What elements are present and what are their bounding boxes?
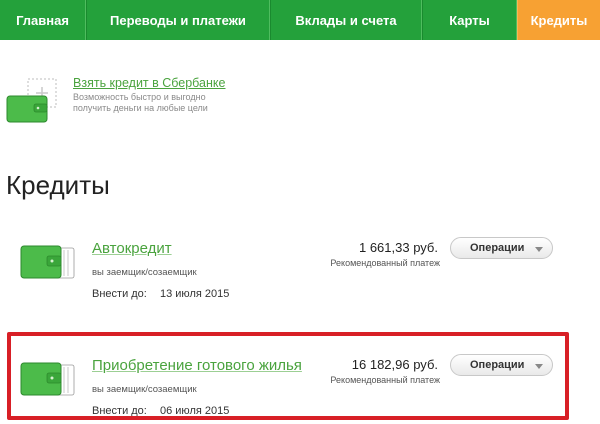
take-credit-promo: Взять кредит в Сбербанке Возможность быс… <box>0 66 420 126</box>
page-title: Кредиты <box>6 170 110 200</box>
nav-item-main[interactable]: Главная <box>0 0 86 40</box>
due-label: Внести до: <box>92 288 147 300</box>
highlight-box <box>7 332 569 420</box>
nav-item-transfers[interactable]: Переводы и платежи <box>86 0 270 40</box>
credit-row: Автокредит вы заемщик/созаемщик Внести д… <box>0 230 600 310</box>
due-date: 13 июля 2015 <box>160 288 230 300</box>
credit-role: вы заемщик/созаемщик <box>92 267 197 278</box>
operations-button[interactable]: Операции <box>450 237 553 259</box>
nav-item-cards[interactable]: Карты <box>422 0 517 40</box>
wallet-plus-icon[interactable] <box>6 78 66 124</box>
nav-item-deposits[interactable]: Вклады и счета <box>270 0 422 40</box>
credit-name-link[interactable]: Автокредит <box>92 240 172 257</box>
top-nav: Главная Переводы и платежи Вклады и счет… <box>0 0 600 40</box>
payment-amount-label: Рекомендованный платеж <box>330 258 440 268</box>
chevron-down-icon <box>535 247 543 252</box>
payment-amount: 1 661,33 руб. <box>358 240 438 255</box>
take-credit-subtitle: Возможность быстро и выгодно получить де… <box>73 92 208 113</box>
operations-button-label: Операции <box>470 242 525 254</box>
take-credit-link[interactable]: Взять кредит в Сбербанке <box>73 76 225 90</box>
wallet-icon <box>20 245 75 279</box>
nav-item-credits[interactable]: Кредиты <box>517 0 600 40</box>
